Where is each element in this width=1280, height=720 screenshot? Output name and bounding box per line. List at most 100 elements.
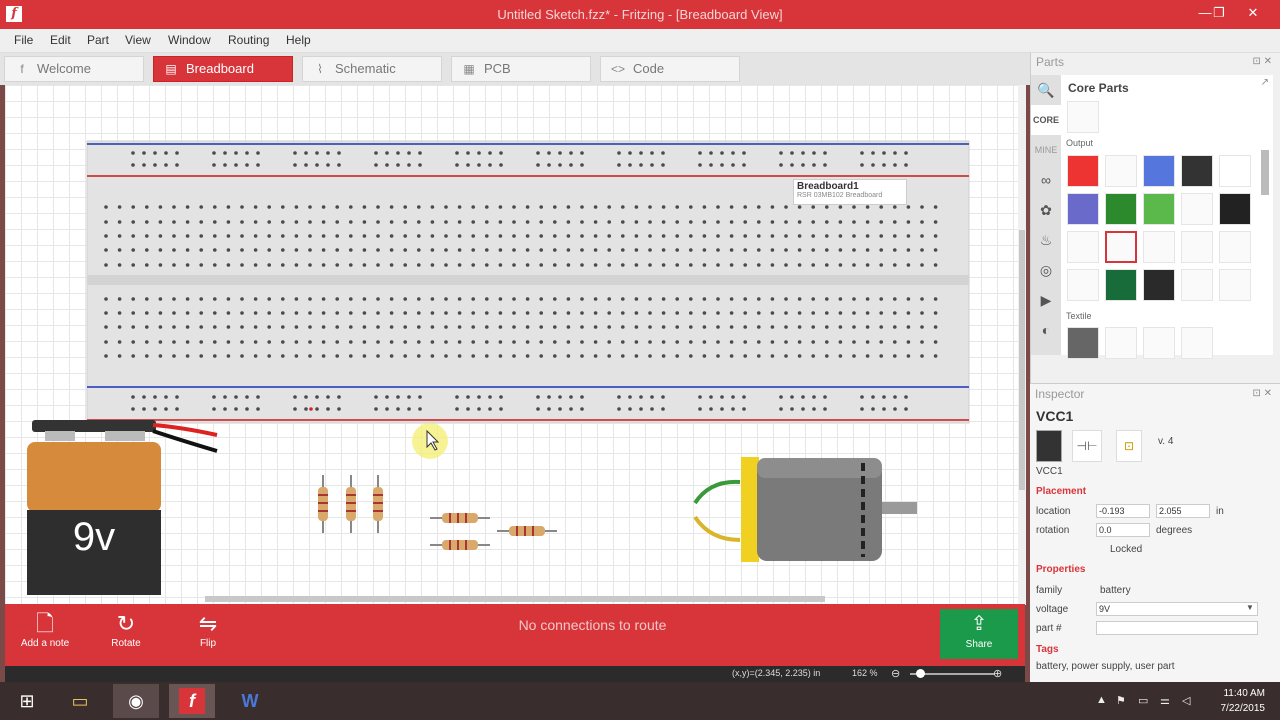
schematic-icon: ⌇ bbox=[317, 62, 323, 76]
part-driver-board[interactable] bbox=[1105, 269, 1137, 301]
menu-file[interactable]: File bbox=[14, 33, 33, 47]
menu-edit[interactable]: Edit bbox=[50, 33, 71, 47]
search-icon[interactable]: 🔍 bbox=[1031, 75, 1061, 105]
part-buzzer[interactable] bbox=[1067, 231, 1099, 263]
part-seven-segment[interactable] bbox=[1219, 155, 1251, 187]
breadboard-view-icon[interactable] bbox=[1036, 430, 1062, 462]
tooltip-subtitle: RSR 03MB102 Breadboard bbox=[797, 192, 883, 199]
zoom-in-icon[interactable]: ⊕ bbox=[993, 667, 1002, 680]
bin-mine[interactable]: MINE bbox=[1031, 135, 1061, 165]
part-motor-shield[interactable] bbox=[1143, 269, 1175, 301]
rotation-input[interactable]: 0.0 bbox=[1096, 523, 1150, 537]
rotate-button[interactable]: ↻ Rotate bbox=[91, 610, 161, 649]
chevron-down-icon[interactable]: ▼ bbox=[1246, 603, 1254, 612]
windows-start-icon[interactable]: ⊞ bbox=[4, 684, 50, 718]
part-vibration-motor[interactable] bbox=[1067, 269, 1099, 301]
windows-taskbar: ⊞ ▭ ◉ f W ▲ ⚑ ▭ ⚌ ◁ 11:40 AM 7/22/2015 bbox=[0, 682, 1280, 720]
intel-bin-icon[interactable]: ◎ bbox=[1031, 255, 1061, 285]
snootlab-bin-icon[interactable]: ▶ bbox=[1031, 285, 1061, 315]
breadboard-canvas[interactable]: Breadboard1 RSR 03MB102 Breadboard 9v bbox=[5, 85, 1025, 605]
part-battery-selected[interactable] bbox=[1105, 231, 1137, 263]
part-solenoid[interactable] bbox=[1219, 231, 1251, 263]
status-bar: (x,y)=(2.345, 2.235) in 162 % ⊖ ⊕ bbox=[5, 666, 1025, 682]
part-stepper[interactable] bbox=[1143, 231, 1175, 263]
sparkfun-bin-icon[interactable]: ♨ bbox=[1031, 225, 1061, 255]
seeed-bin-icon[interactable]: ✿ bbox=[1031, 195, 1061, 225]
zoom-slider-knob[interactable] bbox=[916, 669, 925, 678]
part-led-strip[interactable] bbox=[1181, 269, 1213, 301]
location-x-input[interactable]: -0.193 bbox=[1096, 504, 1150, 518]
tray-arrow-icon[interactable]: ▲ bbox=[1096, 694, 1107, 706]
part-led-matrix[interactable] bbox=[1067, 193, 1099, 225]
window-title: Untitled Sketch.fzz* - Fritzing - [Bread… bbox=[497, 7, 783, 22]
tray-network-icon[interactable]: ⚌ bbox=[1160, 694, 1170, 707]
location-y-input[interactable]: 2.055 bbox=[1156, 504, 1210, 518]
tab-breadboard[interactable]: ▤ Breadboard bbox=[153, 56, 293, 82]
part-lilypad[interactable] bbox=[1067, 327, 1099, 359]
part-led-ring[interactable] bbox=[1181, 155, 1213, 187]
part-servo[interactable] bbox=[1181, 231, 1213, 263]
add-note-button[interactable]: 🗋 Add a note bbox=[10, 610, 80, 649]
properties-section: Properties bbox=[1036, 564, 1086, 575]
inspector-controls-icon[interactable]: ⊡ ✕ bbox=[1252, 388, 1272, 399]
fritzing-taskbar-icon[interactable]: f bbox=[169, 684, 215, 718]
menu-help[interactable]: Help bbox=[286, 33, 311, 47]
word-icon[interactable]: W bbox=[227, 684, 273, 718]
pcb-view-icon[interactable]: ⊡ bbox=[1116, 430, 1142, 462]
part-lcd-large[interactable] bbox=[1143, 193, 1175, 225]
part-lamp[interactable] bbox=[1105, 155, 1137, 187]
part-number-input[interactable] bbox=[1096, 621, 1258, 635]
location-label: location bbox=[1036, 506, 1071, 517]
schematic-view-icon[interactable]: ⊣⊢ bbox=[1072, 430, 1102, 462]
resistor-group-vertical[interactable] bbox=[318, 475, 383, 533]
contrib-bin-icon[interactable]: ◐ bbox=[1031, 315, 1061, 345]
dc-motor[interactable] bbox=[693, 457, 917, 562]
part-led[interactable] bbox=[1067, 155, 1099, 187]
bin-menu-icon[interactable]: ↗ bbox=[1261, 77, 1269, 88]
canvas-horizontal-scrollbar[interactable] bbox=[205, 596, 825, 602]
part-breadboard-thumb[interactable] bbox=[1067, 101, 1099, 133]
menu-window[interactable]: Window bbox=[168, 33, 211, 47]
part-light-bulb[interactable] bbox=[1219, 269, 1251, 301]
voltage-select[interactable]: 9V bbox=[1096, 602, 1258, 616]
locked-checkbox[interactable]: Locked bbox=[1110, 544, 1142, 555]
battery-9v[interactable] bbox=[27, 420, 218, 595]
close-button[interactable]: ✕ bbox=[1238, 4, 1268, 22]
location-unit[interactable]: in bbox=[1216, 506, 1224, 517]
inspector-title: Inspector bbox=[1035, 387, 1085, 401]
part-speaker[interactable] bbox=[1181, 193, 1213, 225]
arduino-bin-icon[interactable]: ∞ bbox=[1031, 165, 1061, 195]
tab-pcb[interactable]: ▦ PCB bbox=[451, 56, 591, 82]
resistor-group-horizontal[interactable] bbox=[430, 513, 557, 550]
file-explorer-icon[interactable]: ▭ bbox=[57, 684, 103, 718]
tray-flag-icon[interactable]: ⚑ bbox=[1116, 694, 1126, 707]
zoom-slider[interactable] bbox=[910, 669, 995, 678]
part-rgb-led[interactable] bbox=[1143, 155, 1175, 187]
tab-welcome[interactable]: f Welcome bbox=[4, 56, 144, 82]
bin-core[interactable]: CORE bbox=[1031, 105, 1061, 135]
maximize-button[interactable]: ❐ bbox=[1204, 4, 1234, 22]
chrome-icon[interactable]: ◉ bbox=[113, 684, 159, 718]
canvas-vertical-scrollbar[interactable] bbox=[1018, 85, 1026, 605]
parts-scrollbar[interactable] bbox=[1261, 150, 1269, 195]
placement-section: Placement bbox=[1036, 486, 1087, 497]
menu-view[interactable]: View bbox=[125, 33, 151, 47]
scroll-thumb[interactable] bbox=[1019, 230, 1025, 490]
share-button[interactable]: ⇪ Share bbox=[940, 609, 1018, 659]
rotation-unit: degrees bbox=[1156, 525, 1193, 536]
tab-code[interactable]: <> Code bbox=[600, 56, 740, 82]
part-conductive-thread[interactable] bbox=[1105, 327, 1137, 359]
tab-schematic[interactable]: ⌇ Schematic bbox=[302, 56, 442, 82]
part-piezo[interactable] bbox=[1219, 193, 1251, 225]
menu-routing[interactable]: Routing bbox=[228, 33, 269, 47]
part-textile-sensor[interactable] bbox=[1143, 327, 1175, 359]
zoom-out-icon[interactable]: ⊖ bbox=[891, 667, 900, 680]
panel-controls-icon[interactable]: ⊡ ✕ bbox=[1252, 56, 1272, 67]
tray-display-icon[interactable]: ▭ bbox=[1138, 694, 1148, 707]
menu-part[interactable]: Part bbox=[87, 33, 109, 47]
part-lcd[interactable] bbox=[1105, 193, 1137, 225]
clock[interactable]: 11:40 AM 7/22/2015 bbox=[1205, 686, 1266, 716]
flip-button[interactable]: ⇋ Flip bbox=[173, 610, 243, 649]
tray-volume-icon[interactable]: ◁ bbox=[1182, 694, 1190, 707]
part-stitch[interactable] bbox=[1181, 327, 1213, 359]
